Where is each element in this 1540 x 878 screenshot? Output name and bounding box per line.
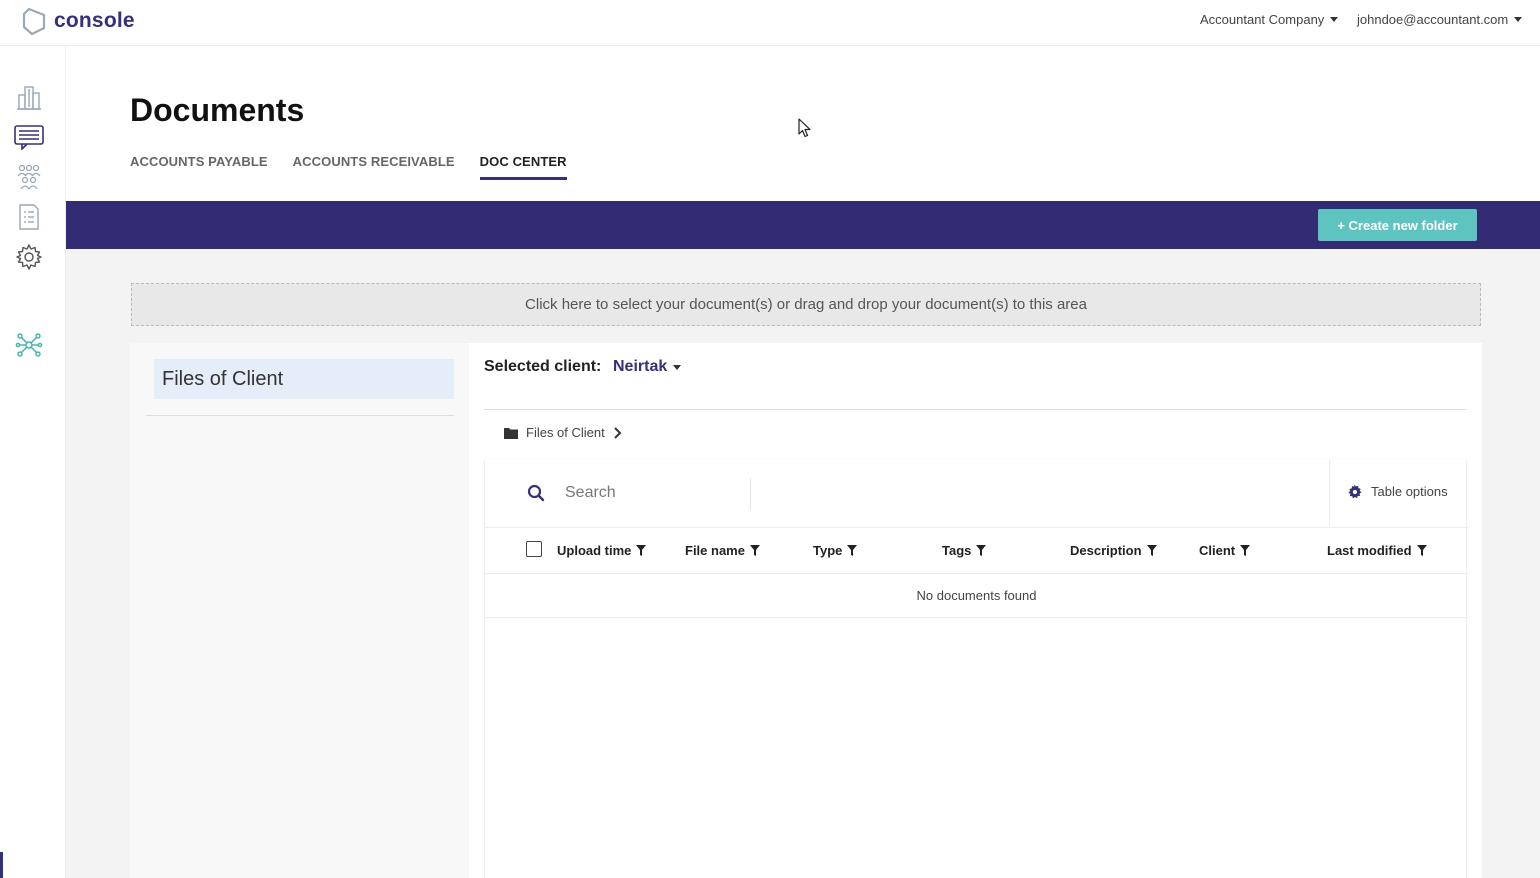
select-all-checkbox[interactable] [526,541,542,557]
chat-icon [14,125,44,150]
sidebar-item-companies[interactable] [14,82,44,112]
logo-shield-icon [22,7,46,36]
gear-icon [1348,484,1362,499]
column-header-upload-time[interactable]: Upload time [557,543,647,558]
sidebar-item-settings[interactable] [14,242,44,272]
filter-icon[interactable] [636,545,647,556]
folder-icon [504,427,518,439]
empty-state-row: No documents found [485,574,1468,618]
chevron-right-icon [614,426,622,439]
create-folder-button[interactable]: + Create new folder [1318,209,1477,241]
document-list-icon [19,204,39,230]
table-header: Upload time File name Type Tags Descript… [485,528,1468,574]
column-label: File name [685,543,745,558]
client-name: Neirtak [613,358,668,375]
chevron-down-icon [1514,17,1523,22]
divider [1329,460,1330,528]
sidebar-item-reports[interactable] [14,202,44,232]
divider [146,415,454,416]
column-header-last-modified[interactable]: Last modified [1327,543,1427,558]
column-header-client[interactable]: Client [1199,543,1251,558]
filter-icon[interactable] [847,545,858,556]
logo[interactable]: console [20,6,135,36]
search-icon [527,484,545,502]
table-toolbar: Table options [485,460,1468,528]
upload-dropzone[interactable]: Click here to select your document(s) or… [131,283,1481,326]
company-name: Accountant Company [1200,12,1325,27]
filter-icon[interactable] [1416,545,1427,556]
filter-icon[interactable] [1146,545,1157,556]
tab-doc-center[interactable]: DOC CENTER [479,154,567,180]
content-area: Click here to select your document(s) or… [66,249,1540,878]
column-header-tags[interactable]: Tags [942,543,987,558]
logo-text: console [54,9,135,32]
page-title: Documents [130,92,305,128]
breadcrumb: Files of Client [504,425,622,440]
company-dropdown[interactable]: Accountant Company [1200,12,1339,27]
sidebar-accent-bar [0,852,3,878]
breadcrumb-folder[interactable]: Files of Client [526,425,605,440]
column-label: Description [1070,543,1142,558]
tab-accounts-receivable[interactable]: ACCOUNTS RECEIVABLE [293,154,455,180]
divider [750,478,751,510]
documents-panel: Selected client: Neirtak Files of Client [469,343,1482,878]
sidebar [0,46,66,878]
divider [484,409,1467,410]
table-options-button[interactable]: Table options [1347,484,1448,499]
action-band: + Create new folder [66,201,1540,249]
gear-icon [16,244,42,270]
selected-client-label: Selected client: [484,358,602,375]
chevron-down-icon [673,364,682,370]
sidebar-item-clients[interactable] [14,162,44,192]
column-label: Tags [942,543,972,558]
mouse-cursor-icon [798,118,811,138]
top-bar: console Accountant Company johndoe@accou… [0,0,1540,46]
column-header-file-name[interactable]: File name [685,543,760,558]
column-header-type[interactable]: Type [813,543,858,558]
filter-icon[interactable] [749,545,760,556]
people-icon [17,164,41,190]
table-options-label: Table options [1371,484,1448,499]
chevron-down-icon [1330,17,1339,22]
tab-accounts-payable[interactable]: ACCOUNTS PAYABLE [130,154,268,180]
column-header-description[interactable]: Description [1070,543,1157,558]
folder-item[interactable]: Files of Client [154,359,454,399]
client-dropdown[interactable]: Neirtak [613,358,682,376]
tab-bar: ACCOUNTS PAYABLE ACCOUNTS RECEIVABLE DOC… [130,154,567,180]
user-email: johndoe@accountant.com [1357,12,1509,27]
column-label: Client [1199,543,1236,558]
filter-icon[interactable] [976,545,987,556]
network-icon [15,333,43,357]
sidebar-item-messages[interactable] [14,122,44,152]
documents-table: Table options Upload time File name Type [484,460,1468,878]
user-dropdown[interactable]: johndoe@accountant.com [1357,12,1523,27]
column-label: Upload time [557,543,632,558]
sidebar-item-integrations[interactable] [14,330,44,360]
column-label: Type [813,543,843,558]
building-icon [17,86,41,110]
column-label: Last modified [1327,543,1412,558]
filter-icon[interactable] [1240,545,1251,556]
folder-panel: Files of Client [130,343,469,878]
search-input[interactable] [565,478,745,508]
